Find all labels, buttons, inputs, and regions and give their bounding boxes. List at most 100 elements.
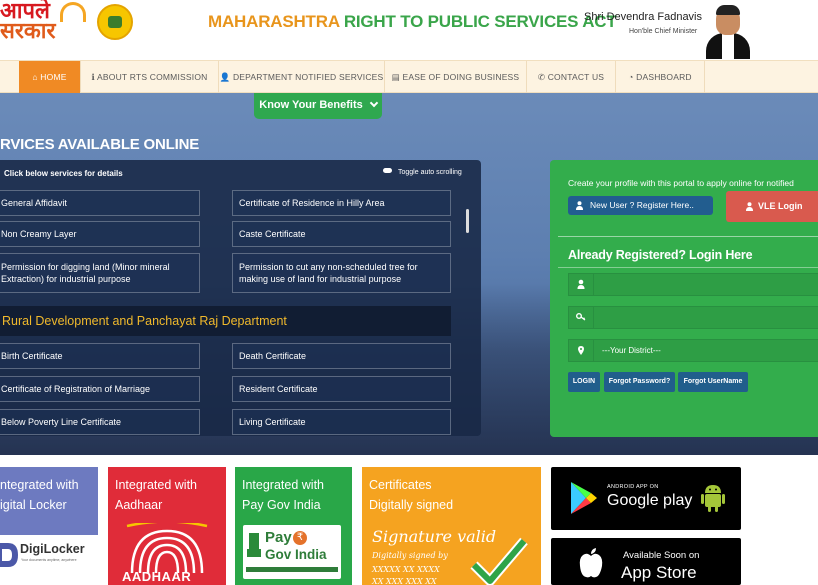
nav-contact-us[interactable]: ✆ CONTACT US <box>527 61 615 93</box>
user-icon <box>576 201 583 210</box>
create-profile-text: Create your profile with this portal to … <box>568 178 794 188</box>
cm-name: Shri Devendra Fadnavis <box>584 11 703 23</box>
app-store-small-text: Available Soon on <box>623 550 700 561</box>
service-item[interactable]: Permission to cut any non-scheduled tree… <box>232 253 451 293</box>
page-title: MAHARASHTRA RIGHT TO PUBLIC SERVICES ACT <box>208 12 617 32</box>
forgot-username-button[interactable]: Forgot UserName <box>678 372 748 392</box>
digilocker-icon <box>0 543 18 567</box>
service-item[interactable]: Living Certificate <box>232 409 451 435</box>
paygov-logo: Pay ₹ Gov India <box>243 525 341 579</box>
user-icon: 👤 <box>219 72 231 82</box>
service-item[interactable]: Birth Certificate <box>0 343 200 369</box>
user-icon <box>746 202 753 211</box>
tile-line-2: Pay Gov India <box>242 498 321 512</box>
toggle-auto-scroll[interactable]: Toggle auto scrolling <box>383 168 462 176</box>
toggle-label: Toggle auto scrolling <box>398 169 462 176</box>
google-play-small-text: ANDROID APP ON <box>607 484 659 490</box>
digilocker-wordmark: DigiLocker <box>20 542 85 556</box>
nav-home[interactable]: ⌂ HOME <box>19 61 80 93</box>
nav-department-services[interactable]: 👤 DEPARTMENT NOTIFIED SERVICES <box>219 61 384 93</box>
service-item[interactable]: Caste Certificate <box>232 221 451 247</box>
site-header: आपले सरकार MAHARASHTRA RIGHT TO PUBLIC S… <box>0 0 818 60</box>
tile-line-1: Certificates <box>369 478 432 492</box>
app-store-text: App Store <box>621 563 697 582</box>
cm-photo <box>704 3 752 59</box>
username-field-group <box>568 273 818 296</box>
benefits-label: Know Your Benefits <box>259 99 363 111</box>
nav-about-label: ABOUT RTS COMMISSION <box>97 72 208 82</box>
nav-dashboard[interactable]: ◔ DASHBOARD <box>616 61 704 93</box>
checkmark-icon <box>470 537 528 585</box>
signed-by-text: Digitally signed by <box>372 551 448 560</box>
nav-contact-label: CONTACT US <box>547 72 605 82</box>
aadhaar-wordmark: AADHAAR <box>122 569 192 584</box>
district-select[interactable]: ---Your District--- <box>594 339 818 362</box>
password-input[interactable] <box>594 306 818 329</box>
app-store-badge[interactable]: Available Soon on App Store <box>551 538 741 585</box>
android-icon <box>701 485 725 512</box>
paygov-wordmark-2: Gov India <box>265 547 327 562</box>
service-item[interactable]: Permission for digging land (Minor miner… <box>0 253 200 293</box>
aadhaar-tile[interactable]: Integrated with Aadhaar AADHAAR <box>108 467 226 585</box>
know-your-benefits-button[interactable]: Know Your Benefits <box>254 93 382 119</box>
home-icon: ⌂ <box>32 72 38 82</box>
phone-icon: ✆ <box>537 72 546 82</box>
maharashtra-emblem-icon <box>97 4 133 40</box>
rupee-icon: ₹ <box>293 531 307 545</box>
nav-ease-of-business[interactable]: ▤ EASE OF DOING BUSINESS <box>385 61 526 93</box>
cm-title: Hon'ble Chief Minister <box>629 28 698 35</box>
tile-line-1: Integrated with <box>242 478 324 492</box>
service-item[interactable]: Non Creamy Layer <box>0 221 200 247</box>
apple-icon <box>579 548 603 578</box>
service-item[interactable]: Death Certificate <box>232 343 451 369</box>
main-nav: ⌂ HOME ℹ ABOUT RTS COMMISSION 👤 DEPARTME… <box>0 60 818 93</box>
register-label: New User ? Register Here.. <box>590 200 694 210</box>
vle-login-label: VLE Login <box>758 201 803 211</box>
register-button[interactable]: New User ? Register Here.. <box>568 196 713 215</box>
login-button[interactable]: LOGIN <box>568 372 600 392</box>
service-item[interactable]: General Affidavit <box>0 190 200 216</box>
tile-line-2: Aadhaar <box>115 498 163 512</box>
service-item[interactable]: Resident Certificate <box>232 376 451 402</box>
aaple-sarkar-logo[interactable]: आपले सरकार <box>0 1 56 44</box>
service-item[interactable]: Below Poverty Line Certificate <box>0 409 200 435</box>
signer-text-2: XX XXX XXX XX <box>372 577 437 585</box>
briefcase-icon: ▤ <box>391 72 400 82</box>
aadhaar-fingerprint-icon <box>126 523 208 573</box>
map-marker-icon <box>568 339 594 362</box>
tile-line-2: igital Locker <box>0 498 67 512</box>
paygov-tile[interactable]: Integrated with Pay Gov India Pay ₹ Gov … <box>235 467 352 585</box>
services-scrollbar[interactable] <box>466 209 469 233</box>
service-item[interactable]: Certificate of Residence in Hilly Area <box>232 190 451 216</box>
title-act: RIGHT TO PUBLIC SERVICES ACT <box>343 12 617 31</box>
digital-signature-tile[interactable]: Certificates Digitally signed Signature … <box>362 467 541 585</box>
username-input[interactable] <box>594 273 818 296</box>
forgot-password-button[interactable]: Forgot Password? <box>604 372 675 392</box>
google-play-text: Google play <box>607 492 693 509</box>
services-panel: Click below services for details Toggle … <box>0 160 481 436</box>
chevron-down-icon <box>369 98 378 108</box>
vle-login-button[interactable]: VLE Login <box>726 191 818 222</box>
nav-home-label: HOME <box>40 72 67 82</box>
divider <box>558 267 818 268</box>
digilocker-tagline: Your documents anytime, anywhere <box>21 558 77 562</box>
google-play-badge[interactable]: ANDROID APP ON Google play <box>551 467 741 530</box>
divider <box>558 236 818 237</box>
digilocker-tile[interactable]: ntegrated with igital Locker DigiLocker … <box>0 467 98 585</box>
signer-text-1: XXXXX XX XXXX <box>372 565 440 574</box>
password-field-group <box>568 306 818 329</box>
nav-dept-label: DEPARTMENT NOTIFIED SERVICES <box>232 72 384 82</box>
department-heading: Rural Development and Panchayat Raj Depa… <box>0 306 451 336</box>
tile-line-2: Digitally signed <box>369 498 454 512</box>
services-panel-header: Click below services for details <box>4 169 123 178</box>
logo-line-2: सरकार <box>0 19 56 44</box>
services-heading: RVICES AVAILABLE ONLINE <box>0 136 200 153</box>
digilocker-logo: DigiLocker Your documents anytime, anywh… <box>0 535 98 585</box>
title-state: MAHARASHTRA <box>208 12 340 31</box>
nav-dashboard-label: DASHBOARD <box>636 72 692 82</box>
district-field-group: ---Your District--- <box>568 339 818 362</box>
dashboard-icon: ◔ <box>628 72 634 82</box>
service-item[interactable]: Certificate of Registration of Marriage <box>0 376 200 402</box>
nav-about-rts[interactable]: ℹ ABOUT RTS COMMISSION <box>81 61 218 93</box>
paygov-bar <box>246 567 338 572</box>
